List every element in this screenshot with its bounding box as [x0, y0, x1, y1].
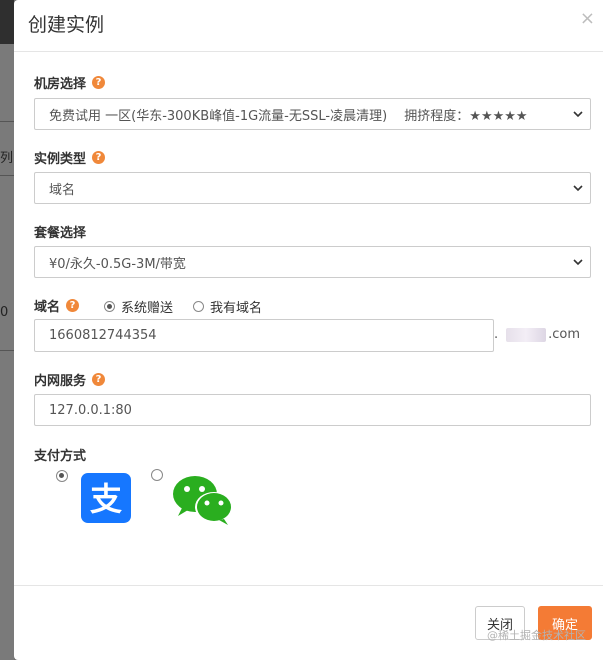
plan-select[interactable]: ¥0/永久-0.5G-3M/带宽 — [34, 246, 591, 278]
domain-input-value: 1660812744354 — [49, 328, 157, 343]
close-icon[interactable]: × — [580, 8, 595, 29]
radio-system-label: 系统赠送 — [121, 301, 174, 316]
alipay-icon[interactable]: 支 — [81, 473, 131, 523]
domain-suffix-tld: .com — [548, 327, 581, 342]
modal-title: 创建实例 — [28, 14, 105, 36]
domain-label: 域名 ? — [34, 296, 80, 315]
backdrop-divider — [0, 121, 14, 122]
backdrop: 列 0 — [0, 0, 14, 660]
room-label-text: 机房选择 — [34, 77, 87, 92]
radio-system-domain[interactable]: 系统赠送 — [104, 297, 173, 316]
radio-own-label: 我有域名 — [210, 301, 263, 316]
radio-button-checked[interactable] — [104, 301, 115, 312]
plan-value: ¥0/永久-0.5G-3M/带宽 — [49, 256, 186, 272]
payment-label: 支付方式 — [34, 445, 86, 464]
blurred-domain — [506, 327, 547, 342]
instance-type-label: 实例类型 ? — [34, 148, 106, 167]
wechat-pay-icon[interactable] — [172, 474, 234, 526]
chevron-down-icon — [573, 259, 583, 266]
radio-button[interactable] — [193, 301, 204, 312]
chevron-down-icon — [573, 111, 583, 118]
modal-header: 创建实例 × — [14, 0, 603, 52]
room-select-value: 免费试用 一区(华东-300KB峰值-1G流量-无SSL-凌晨清理) 拥挤程度：… — [49, 108, 528, 124]
alipay-glyph: 支 — [90, 480, 122, 518]
create-instance-modal: 创建实例 × 机房选择 ? 免费试用 一区(华东-300KB峰值-1G流量-无S… — [14, 0, 603, 660]
backdrop-topbar — [0, 0, 14, 44]
modal-footer-divider — [14, 585, 603, 586]
help-icon[interactable]: ? — [92, 151, 106, 164]
backdrop-divider — [0, 175, 14, 176]
chevron-down-icon — [573, 185, 583, 192]
radio-wechat[interactable] — [151, 469, 163, 481]
intranet-input-value: 127.0.0.1:80 — [49, 402, 132, 418]
backdrop-text-b: 0 — [0, 305, 9, 320]
intranet-label-text: 内网服务 — [34, 374, 87, 389]
room-select[interactable]: 免费试用 一区(华东-300KB峰值-1G流量-无SSL-凌晨清理) 拥挤程度：… — [34, 98, 591, 130]
instance-type-value: 域名 — [49, 182, 76, 198]
instance-type-label-text: 实例类型 — [34, 152, 87, 167]
radio-alipay[interactable] — [56, 470, 68, 482]
intranet-input[interactable]: 127.0.0.1:80 — [34, 394, 591, 426]
domain-suffix: . .com — [494, 327, 580, 342]
radio-own-domain[interactable]: 我有域名 — [193, 297, 262, 316]
help-icon[interactable]: ? — [92, 76, 106, 89]
domain-input[interactable]: 1660812744354 — [34, 319, 494, 352]
room-label: 机房选择 ? — [34, 73, 106, 92]
plan-label-text: 套餐选择 — [34, 226, 87, 241]
domain-suffix-dot: . — [494, 327, 499, 342]
intranet-label: 内网服务 ? — [34, 370, 106, 389]
domain-label-text: 域名 — [34, 300, 61, 315]
plan-label: 套餐选择 — [34, 222, 86, 241]
payment-label-text: 支付方式 — [34, 449, 87, 464]
instance-type-select[interactable]: 域名 — [34, 172, 591, 204]
help-icon[interactable]: ? — [66, 299, 80, 312]
backdrop-divider — [0, 350, 14, 351]
backdrop-text-a: 列 — [0, 151, 14, 166]
help-icon[interactable]: ? — [92, 373, 106, 386]
watermark: @稀土掘金技术社区 — [487, 629, 586, 642]
